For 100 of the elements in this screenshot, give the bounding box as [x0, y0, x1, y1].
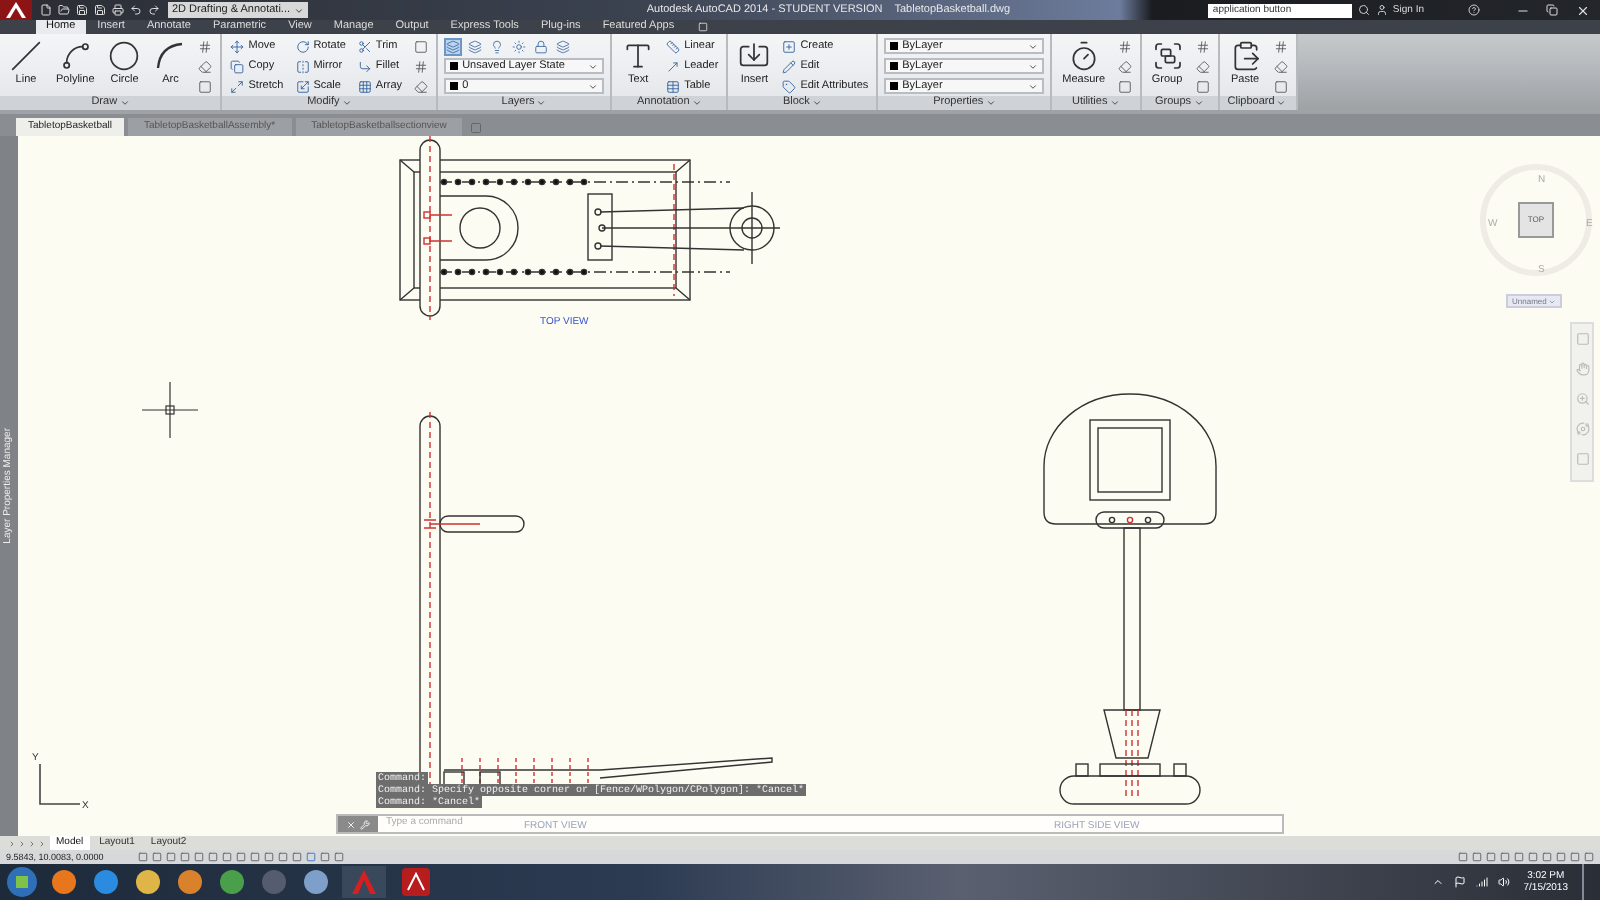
tool-icon	[1195, 80, 1210, 94]
tool-icon	[1117, 60, 1132, 74]
tool-icon	[1195, 40, 1210, 54]
flag-icon[interactable]	[1453, 876, 1466, 888]
ucs-axes-icon	[36, 764, 80, 808]
layer-icon	[534, 40, 549, 54]
tool-icon-button[interactable]	[1115, 38, 1134, 56]
tool-icon	[666, 40, 681, 54]
caret-icon	[536, 98, 547, 108]
layer-tool-button[interactable]	[466, 38, 485, 56]
tool-icon	[782, 80, 797, 94]
tool-icon	[295, 80, 310, 94]
tool-icon	[1117, 40, 1132, 54]
tool-icon	[198, 60, 213, 74]
tool-icon	[1117, 80, 1132, 94]
navigation-icon[interactable]	[1575, 422, 1589, 436]
tool-icon	[1067, 40, 1100, 72]
caret-icon	[119, 98, 130, 108]
navigation-icon[interactable]	[1575, 362, 1589, 376]
tool-icon	[1273, 60, 1288, 74]
layer-icon	[512, 40, 527, 54]
tool-icon-button[interactable]	[412, 58, 431, 76]
layer-icon	[556, 40, 571, 54]
tool-icon	[622, 40, 655, 72]
volume-icon[interactable]	[1497, 876, 1510, 888]
layer-icon	[468, 40, 483, 54]
crosshair-cursor	[141, 381, 199, 439]
tool-icon	[357, 40, 372, 54]
quick-access-icon[interactable]	[58, 4, 70, 16]
tool-icon	[414, 80, 429, 94]
tray-expand-icon[interactable]	[1431, 876, 1444, 888]
tool-icon	[108, 40, 141, 72]
tool-icon	[738, 40, 771, 72]
tool-icon-button[interactable]	[196, 38, 215, 56]
tool-icon-button[interactable]	[1271, 78, 1290, 96]
tool-icon-button[interactable]	[1193, 58, 1212, 76]
color-swatch-icon	[890, 42, 899, 50]
tool-icon-button[interactable]	[1271, 38, 1290, 56]
tool-icon	[782, 40, 797, 54]
new-tab-icon[interactable]	[470, 122, 483, 134]
tool-icon-button[interactable]	[196, 58, 215, 76]
tool-icon-button[interactable]	[1115, 78, 1134, 96]
wrench-icon[interactable]	[360, 819, 370, 829]
caret-icon	[811, 98, 822, 108]
tool-icon-button[interactable]	[412, 38, 431, 56]
restore-icon[interactable]	[1546, 4, 1558, 16]
color-swatch-icon	[890, 62, 899, 70]
help-icon[interactable]	[1468, 4, 1480, 16]
app-logo-icon[interactable]	[0, 0, 32, 20]
tool-icon-button[interactable]	[1115, 58, 1134, 76]
layer-tool-button[interactable]	[532, 38, 551, 56]
signal-icon[interactable]	[1475, 876, 1488, 888]
tool-icon	[10, 40, 42, 72]
tool-icon	[414, 60, 429, 74]
quick-access-icon[interactable]	[148, 4, 160, 16]
quick-access-icon[interactable]	[130, 4, 142, 16]
tool-icon-button[interactable]	[196, 78, 215, 96]
quick-access-icon[interactable]	[94, 4, 106, 16]
tool-icon	[230, 60, 245, 74]
tool-icon	[666, 60, 681, 74]
tool-icon	[198, 40, 213, 54]
quick-access-icon[interactable]	[112, 4, 124, 16]
layer-tool-button[interactable]	[444, 38, 463, 56]
tool-icon	[1151, 40, 1184, 72]
ribbon-options-icon[interactable]	[698, 22, 709, 32]
color-swatch-icon	[890, 82, 899, 90]
tool-icon	[1229, 40, 1262, 72]
tool-icon	[59, 40, 92, 72]
tool-icon	[1195, 60, 1210, 74]
tool-icon	[357, 80, 372, 94]
caret-icon	[1193, 98, 1204, 108]
quick-access-icon[interactable]	[76, 4, 88, 16]
tool-icon	[230, 80, 245, 94]
tool-icon-button[interactable]	[1193, 78, 1212, 96]
taskbar-app-icon[interactable]	[396, 866, 436, 898]
caret-icon	[691, 98, 702, 108]
tool-icon-button[interactable]	[412, 78, 431, 96]
caret-icon	[341, 98, 352, 108]
arc-icon	[154, 40, 187, 72]
start-button-icon[interactable]	[6, 866, 38, 898]
navigation-icon[interactable]	[1575, 392, 1589, 406]
tool-icon	[295, 60, 310, 74]
caret-icon	[294, 5, 304, 15]
tool-icon-button[interactable]	[1193, 38, 1212, 56]
tool-icon	[295, 40, 310, 54]
taskbar-app-icon[interactable]	[132, 868, 164, 896]
layer-icon	[446, 40, 461, 54]
user-icon	[1376, 4, 1389, 16]
tool-icon	[1273, 80, 1288, 94]
tool-icon	[666, 80, 681, 94]
search-icon[interactable]	[1358, 4, 1371, 16]
layer-tool-button[interactable]	[488, 38, 507, 56]
tool-icon	[782, 60, 797, 74]
color-swatch-icon	[450, 82, 459, 90]
tool-icon	[230, 40, 245, 54]
tool-icon	[1273, 40, 1288, 54]
close-icon[interactable]	[1576, 3, 1590, 17]
tool-icon-button[interactable]	[1271, 58, 1290, 76]
layer-tool-button[interactable]	[554, 38, 573, 56]
quick-access-icon[interactable]	[40, 4, 52, 16]
